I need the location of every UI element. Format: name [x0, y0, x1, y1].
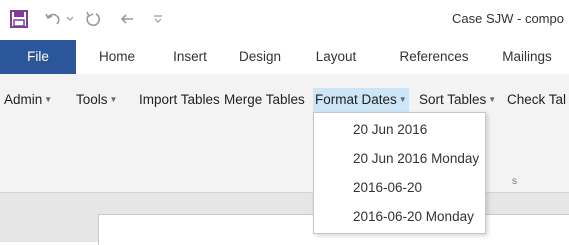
- tab-mailings[interactable]: Mailings: [492, 40, 562, 74]
- import-tables-button[interactable]: Import Tables: [137, 88, 222, 112]
- customize-qat-icon[interactable]: [151, 8, 165, 30]
- chevron-down-icon: ▼: [398, 95, 407, 104]
- merge-tables-button[interactable]: Merge Tables: [222, 88, 307, 112]
- tab-design[interactable]: Design: [230, 40, 290, 74]
- tab-home[interactable]: Home: [87, 40, 147, 74]
- ribbon-group-label: s: [512, 176, 517, 187]
- date-format-option[interactable]: 20 Jun 2016 Monday: [314, 145, 485, 173]
- format-dates-menu[interactable]: Format Dates ▼: [313, 88, 409, 112]
- chevron-down-icon: ▼: [44, 95, 53, 104]
- tab-insert[interactable]: Insert: [160, 40, 220, 74]
- tab-layout[interactable]: Layout: [306, 40, 366, 74]
- admin-menu[interactable]: Admin ▼: [2, 88, 54, 112]
- title-bar: Case SJW - compo: [0, 0, 569, 40]
- format-dates-menu-label: Format Dates: [315, 92, 397, 107]
- chevron-down-icon: ▼: [488, 95, 497, 104]
- date-format-option[interactable]: 2016-06-20 Monday: [314, 203, 485, 231]
- tools-menu-label: Tools: [76, 92, 108, 107]
- addin-menubar: Admin ▼ Tools ▼ Import Tables Merge Tables…: [0, 88, 569, 112]
- document-title: Case SJW - compo: [452, 11, 564, 26]
- undo-icon[interactable]: [42, 8, 64, 30]
- redo-icon[interactable]: [82, 8, 104, 30]
- admin-menu-label: Admin: [4, 92, 43, 107]
- ribbon-tabs: File Home Insert Design Layout Reference…: [0, 40, 569, 74]
- back-arrow-icon[interactable]: [117, 8, 137, 30]
- undo-dropdown-icon[interactable]: [65, 8, 75, 30]
- chevron-down-icon: ▼: [109, 95, 118, 104]
- check-tables-menu[interactable]: Check Tal: [505, 88, 568, 112]
- date-format-option[interactable]: 2016-06-20: [314, 174, 485, 202]
- sort-tables-menu[interactable]: Sort Tables ▼: [417, 88, 498, 112]
- tools-menu[interactable]: Tools ▼: [74, 88, 119, 112]
- tab-references[interactable]: References: [388, 40, 480, 74]
- save-icon[interactable]: [9, 8, 29, 30]
- tab-file[interactable]: File: [0, 40, 76, 74]
- sort-tables-menu-label: Sort Tables: [419, 92, 487, 107]
- date-format-option[interactable]: 20 Jun 2016: [314, 116, 485, 144]
- format-dates-dropdown: 20 Jun 2016 20 Jun 2016 Monday 2016-06-2…: [313, 112, 486, 234]
